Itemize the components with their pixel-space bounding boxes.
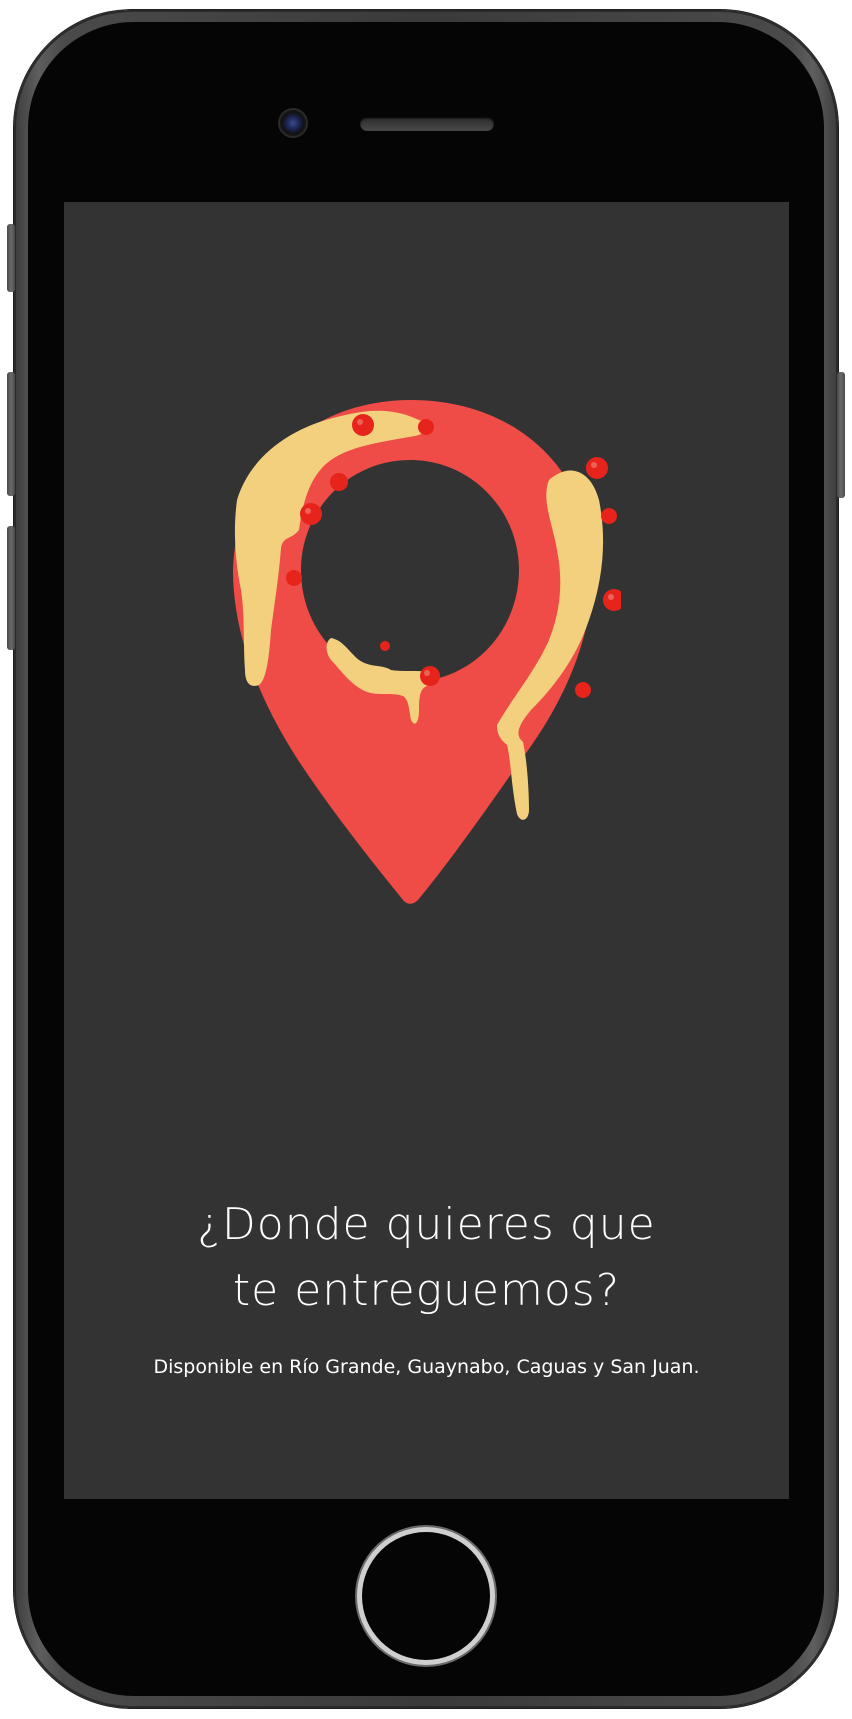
app-screen: ¿Donde quieres que te entreguemos? Dispo… (64, 202, 789, 1499)
pizza-location-pin-icon (231, 400, 625, 945)
front-camera-icon (280, 110, 306, 136)
mute-switch (7, 224, 15, 292)
volume-up-button (7, 372, 15, 496)
page-title-line-2: te entreguemos? (232, 1265, 621, 1316)
volume-down-button (7, 526, 15, 650)
availability-text: Disponible en Río Grande, Guaynabo, Cagu… (153, 1356, 700, 1378)
home-button[interactable] (362, 1532, 490, 1660)
power-button (837, 372, 845, 498)
page-title-line-1: ¿Donde quieres que (197, 1199, 656, 1250)
page-title: ¿Donde quieres que te entreguemos? (64, 1192, 789, 1324)
earpiece-speaker (360, 117, 494, 131)
